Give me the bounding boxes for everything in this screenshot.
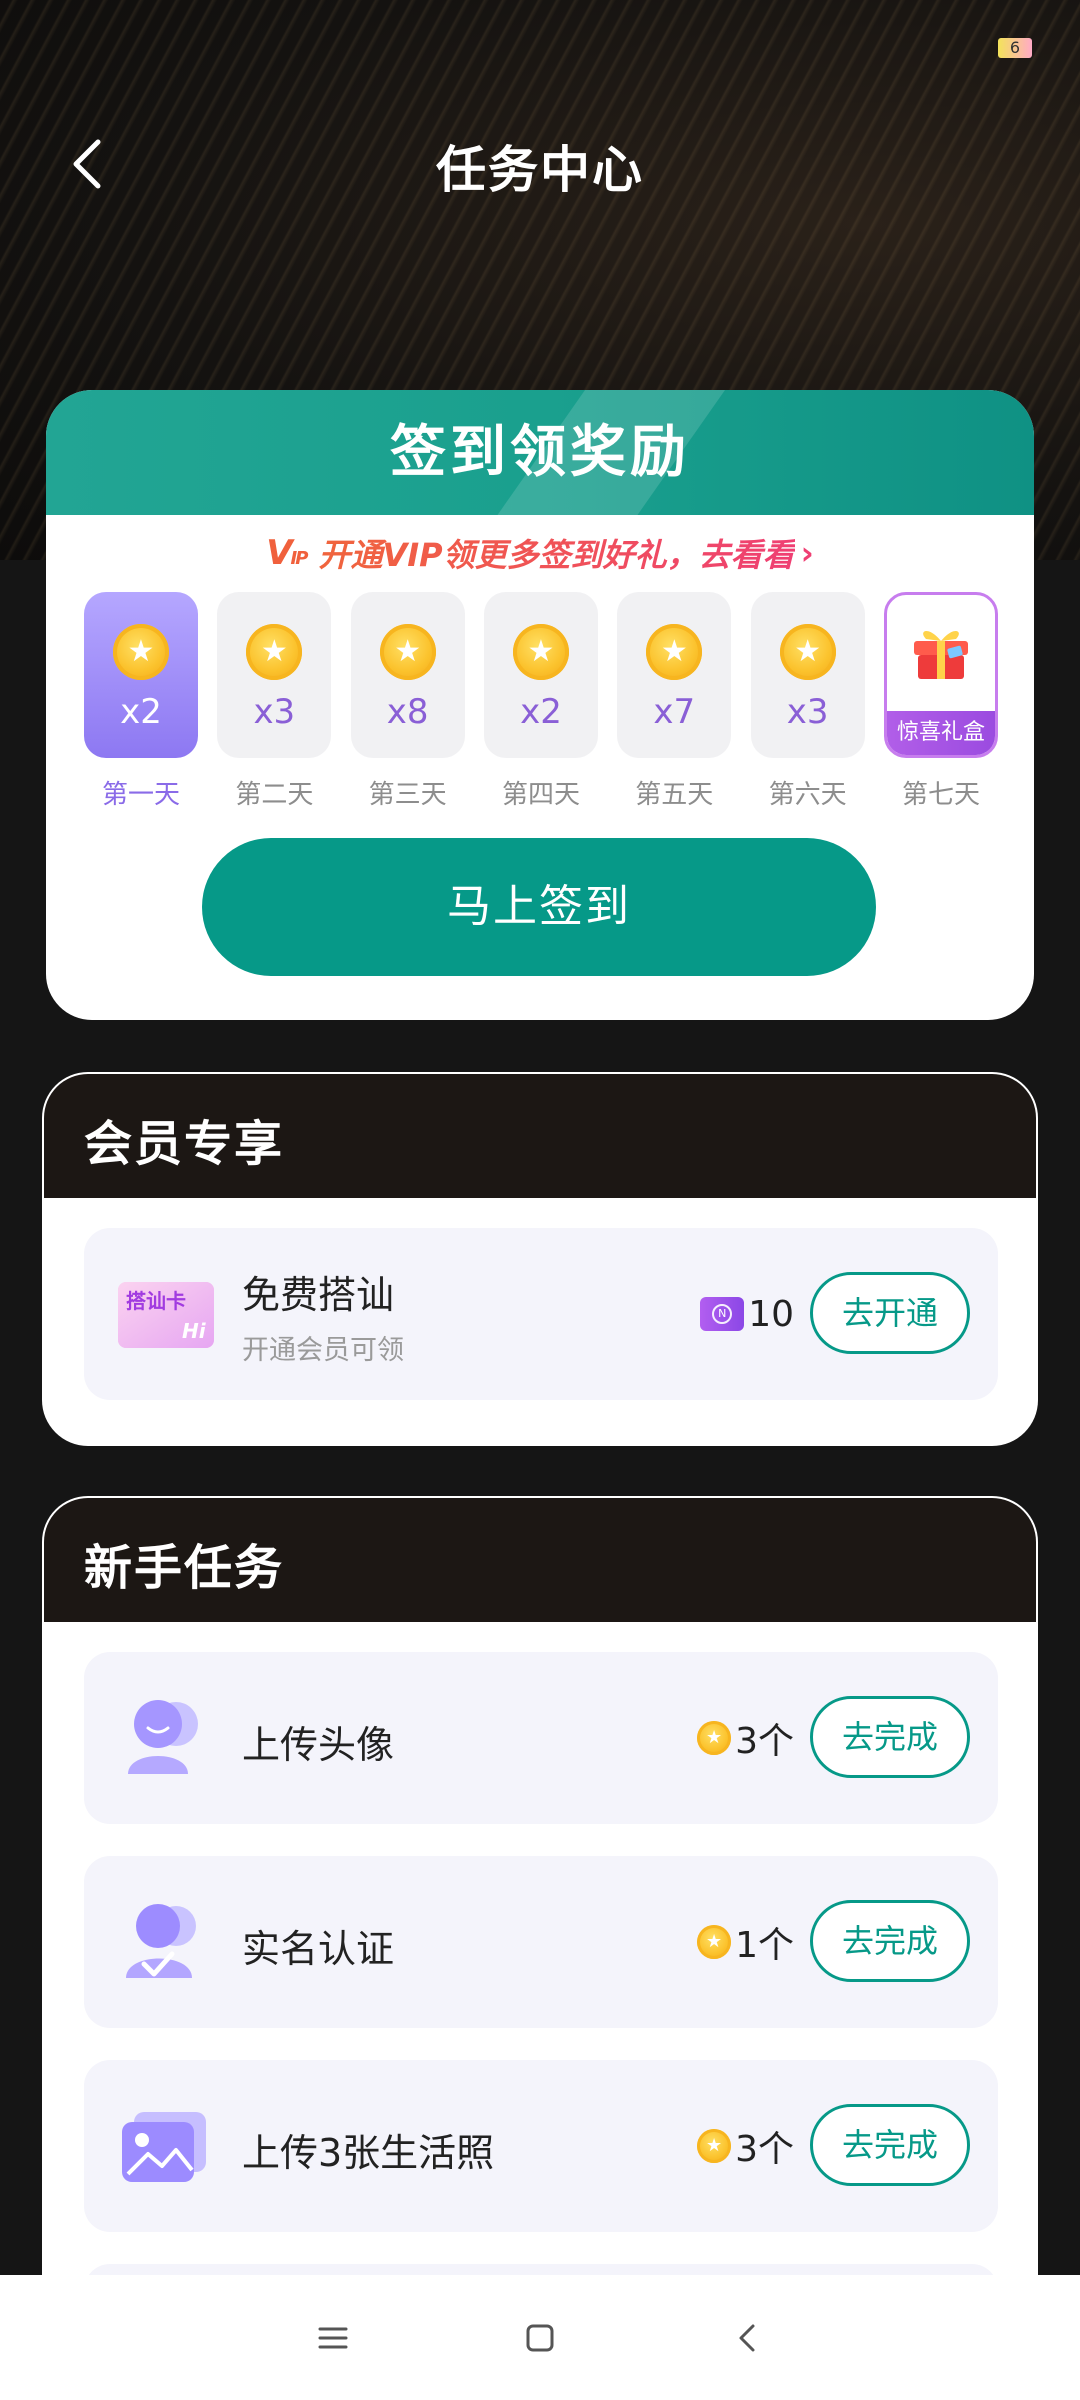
page-title: 任务中心 xyxy=(436,141,644,199)
task-reward: N 10 xyxy=(700,1288,794,1340)
section-header: 会员专享 xyxy=(44,1074,1036,1198)
day-box: ★ x2 xyxy=(84,592,198,758)
section-title: 新手任务 xyxy=(84,1540,285,1596)
task-row-upload-avatar: 上传头像 ★ 3个 去完成 xyxy=(84,1652,998,1824)
vip-logo-icon: VIP xyxy=(266,533,309,573)
signin-button[interactable]: 马上签到 xyxy=(202,838,876,976)
checkin-card: 签到领奖励 VIP 开通VIP领更多签到好礼，去看看 › ★ x2 第一天 ★ … xyxy=(46,390,1034,1020)
task-name: 实名认证 xyxy=(242,1927,395,1971)
avatar-icon xyxy=(128,1700,198,1774)
day-label: 第三天 xyxy=(368,780,447,810)
vip-promo-text: 开通VIP领更多签到好礼，去看看 xyxy=(318,530,794,576)
checkin-title: 签到领奖励 xyxy=(390,420,690,485)
gift-box-icon xyxy=(913,630,968,679)
section-title: 会员专享 xyxy=(84,1116,285,1172)
system-back-button[interactable] xyxy=(707,2298,787,2378)
task-row-free-chat: 搭讪卡 Hi 免费搭讪 开通会员可领 N 10 去开通 xyxy=(84,1228,998,1400)
day-6[interactable]: ★ x3 第六天 xyxy=(750,592,865,812)
reward-amount: 1个 xyxy=(735,1925,794,1966)
coin-icon: ★ xyxy=(113,624,169,680)
reward-amount: 3个 xyxy=(735,1721,794,1762)
menu-button[interactable] xyxy=(293,2298,373,2378)
reward-amount: 10 xyxy=(748,1293,794,1335)
coin-icon: ★ xyxy=(246,624,303,680)
task-row-real-name: 实名认证 ★ 1个 去完成 xyxy=(84,1856,998,2028)
checkin-header: 签到领奖励 xyxy=(46,390,1034,515)
task-reward: ★ 3个 xyxy=(697,1712,794,1764)
task-name: 免费搭讪 xyxy=(242,1273,395,1317)
day-5[interactable]: ★ x7 第五天 xyxy=(617,592,732,812)
chat-card-icon: 搭讪卡 Hi xyxy=(118,1282,214,1348)
back-icon xyxy=(739,2324,755,2351)
day-2[interactable]: ★ x3 第二天 xyxy=(217,592,332,812)
complete-button[interactable]: 去完成 xyxy=(810,1900,970,1982)
coin-icon: ★ xyxy=(697,1721,732,1755)
coin-icon: ★ xyxy=(379,624,436,680)
chevron-right-icon: › xyxy=(800,534,814,572)
day-label: 第七天 xyxy=(901,780,980,810)
open-vip-button[interactable]: 去开通 xyxy=(810,1272,970,1354)
day-1[interactable]: ★ x2 第一天 xyxy=(84,592,198,812)
day-multiplier: x2 xyxy=(120,692,162,732)
day-multiplier: x2 xyxy=(520,692,562,732)
task-name: 上传3张生活照 xyxy=(242,2131,495,2175)
checkin-days: ★ x2 第一天 ★ x3 第二天 ★ x8 第三天 ★ x2 第四天 ★ x7… xyxy=(84,592,998,812)
day-multiplier: x7 xyxy=(653,692,696,732)
coin-icon: ★ xyxy=(512,624,569,680)
coin-icon: ★ xyxy=(646,624,703,680)
task-row-life-photos: 上传3张生活照 ★ 3个 去完成 xyxy=(84,2060,998,2232)
day-multiplier: x3 xyxy=(253,692,296,732)
day-3[interactable]: ★ x8 第三天 xyxy=(350,592,465,812)
gift-label: 惊喜礼盒 xyxy=(886,711,995,755)
day-multiplier: x3 xyxy=(786,692,829,732)
day-label: 第五天 xyxy=(635,780,714,810)
day-box: ★ x3 xyxy=(750,592,865,758)
photo-icon xyxy=(122,2112,206,2182)
battery-icon: 6 xyxy=(998,38,1032,58)
reward-amount: 3个 xyxy=(735,2129,794,2170)
day-label: 第四天 xyxy=(501,780,580,810)
day-multiplier: x8 xyxy=(386,692,429,732)
day-label: 第一天 xyxy=(101,780,180,810)
day-box-gift: 惊喜礼盒 xyxy=(883,592,998,758)
complete-button[interactable]: 去完成 xyxy=(810,1696,970,1778)
home-button[interactable] xyxy=(500,2298,580,2378)
day-7[interactable]: 惊喜礼盒 第七天 xyxy=(883,592,998,812)
newbie-section-card: 新手任务 上传头像 ★ 3个 去完成 实名认证 ★ 1个 去完成 上传3张生活照… xyxy=(42,1496,1038,2336)
day-box: ★ x2 xyxy=(483,592,598,758)
day-4[interactable]: ★ x2 第四天 xyxy=(483,592,598,812)
section-header: 新手任务 xyxy=(44,1498,1036,1622)
menu-icon xyxy=(318,2327,348,2348)
coin-icon: ★ xyxy=(697,2129,732,2163)
coin-icon: ★ xyxy=(779,624,836,680)
status-bar: 6 xyxy=(0,0,1080,96)
day-label: 第六天 xyxy=(768,780,847,810)
day-box: ★ x7 xyxy=(617,592,732,758)
vip-logo-ip: IP xyxy=(290,548,309,569)
vip-section-card: 会员专享 搭讪卡 Hi 免费搭讪 开通会员可领 N 10 去开通 xyxy=(42,1072,1038,1446)
task-reward: ★ 1个 xyxy=(697,1916,794,1968)
chat-card-hi: Hi xyxy=(182,1319,207,1343)
task-name: 上传头像 xyxy=(242,1723,395,1767)
verified-user-icon xyxy=(126,1904,196,1978)
vip-logo-v: V xyxy=(266,533,292,573)
day-box: ★ x3 xyxy=(217,592,332,758)
home-square-icon xyxy=(526,2324,554,2351)
day-label: 第二天 xyxy=(235,780,314,810)
day-box: ★ x8 xyxy=(350,592,465,758)
task-reward: ★ 3个 xyxy=(697,2120,794,2172)
system-nav-bar xyxy=(0,2275,1080,2400)
task-subtitle: 开通会员可领 xyxy=(242,1335,404,1366)
coin-icon: ★ xyxy=(697,1925,732,1959)
complete-button[interactable]: 去完成 xyxy=(810,2104,970,2186)
vip-promo-link[interactable]: VIP 开通VIP领更多签到好礼，去看看 › xyxy=(46,515,1034,591)
top-nav-bar: 任务中心 xyxy=(0,110,1080,220)
chat-card-text: 搭讪卡 xyxy=(126,1289,186,1313)
ticket-icon: N xyxy=(700,1297,745,1331)
